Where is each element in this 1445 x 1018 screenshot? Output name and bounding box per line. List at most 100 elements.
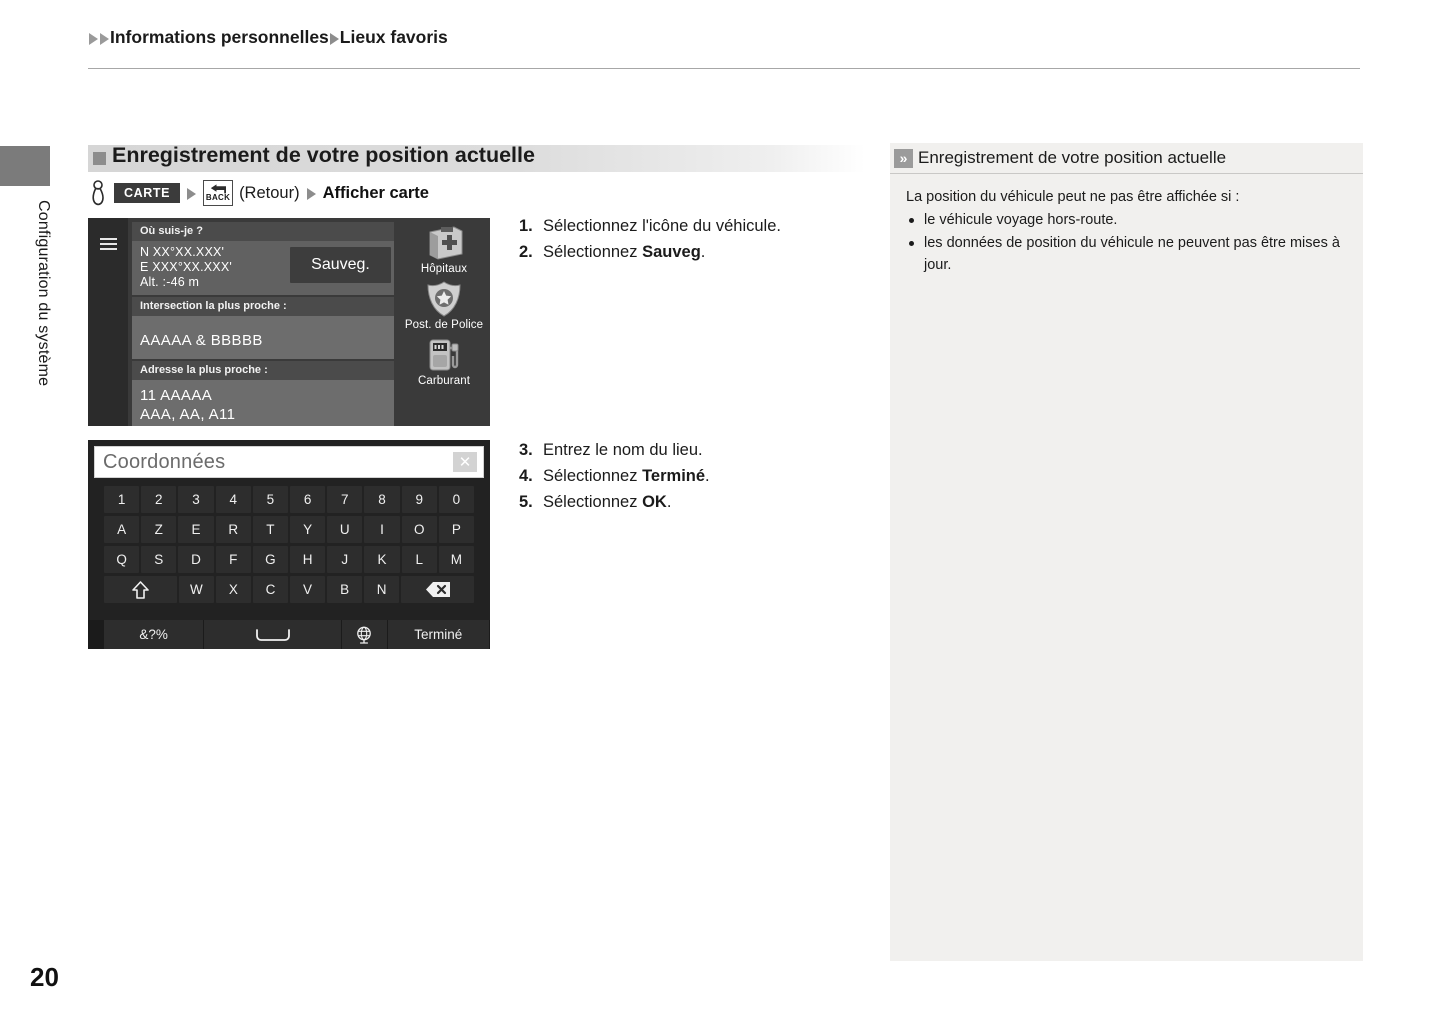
key-o[interactable]: O xyxy=(401,516,437,543)
note-bullet-list: le véhicule voyage hors-route. les donné… xyxy=(906,209,1347,276)
breadcrumb-item-1: Informations personnelles xyxy=(110,27,329,47)
where-am-i-panel: Où suis-je ? N XX°XX.XXX' E XXX°XX.XXX' … xyxy=(132,222,394,426)
hand-pointer-icon xyxy=(92,180,104,206)
back-text: (Retour) xyxy=(239,183,300,202)
key-x[interactable]: X xyxy=(215,576,251,603)
key-2[interactable]: 2 xyxy=(141,486,177,513)
navigation-screen-image: Où suis-je ? N XX°XX.XXX' E XXX°XX.XXX' … xyxy=(88,218,490,426)
breadcrumb-arrow-icon xyxy=(329,32,339,45)
step-number: 5. xyxy=(519,493,533,511)
double-chevron-right-icon: » xyxy=(894,148,913,168)
step-number: 1. xyxy=(519,217,533,235)
key-q[interactable]: Q xyxy=(103,546,140,573)
back-button[interactable]: BACK xyxy=(203,180,234,206)
key-p[interactable]: P xyxy=(438,516,475,543)
map-button[interactable]: CARTE xyxy=(114,182,181,204)
globe-glyph xyxy=(357,626,371,644)
key-u[interactable]: U xyxy=(327,516,363,543)
key-t[interactable]: T xyxy=(252,516,288,543)
step-item: 3. Entrez le nom du lieu. xyxy=(519,437,710,463)
poi-label: Post. de Police xyxy=(404,319,484,331)
step-item: 4. Sélectionnez Terminé. xyxy=(519,463,710,489)
key-k[interactable]: K xyxy=(364,546,400,573)
address-line-1: 11 AAAAA xyxy=(140,387,213,404)
symbols-key[interactable]: &?% xyxy=(103,620,204,649)
step-text: Entrez le nom du lieu. xyxy=(543,441,703,459)
note-intro: La position du véhicule peut ne pas être… xyxy=(906,189,1240,205)
save-button[interactable]: Sauveg. xyxy=(290,247,391,283)
poi-fuel[interactable]: Carburant xyxy=(398,336,490,388)
key-c[interactable]: C xyxy=(252,576,288,603)
space-bar-icon[interactable] xyxy=(204,620,341,649)
steps-list-a: 1. Sélectionnez l'icône du véhicule. 2. … xyxy=(519,213,781,265)
poi-label: Hôpitaux xyxy=(420,263,468,275)
shift-arrow-icon[interactable] xyxy=(103,576,177,603)
key-y[interactable]: Y xyxy=(290,516,326,543)
key-l[interactable]: L xyxy=(401,546,437,573)
breadcrumb: Informations personnelles Lieux favoris xyxy=(88,27,448,48)
breadcrumb-arrow-icon xyxy=(89,32,98,45)
key-0[interactable]: 0 xyxy=(438,486,475,513)
police-badge-icon xyxy=(427,281,461,317)
nearest-address-value[interactable]: 11 AAAAA AAA, AA, A11 xyxy=(132,380,394,426)
breadcrumb-arrow-icon xyxy=(100,32,109,45)
poi-label: Carburant xyxy=(417,375,471,387)
key-r[interactable]: R xyxy=(215,516,251,543)
key-w[interactable]: W xyxy=(178,576,214,603)
nearest-intersection-value[interactable]: AAAAA & BBBBB xyxy=(132,316,394,359)
key-3[interactable]: 3 xyxy=(178,486,214,513)
key-z[interactable]: Z xyxy=(141,516,177,543)
space-bar-glyph xyxy=(255,628,290,641)
key-h[interactable]: H xyxy=(290,546,326,573)
hamburger-menu-icon[interactable] xyxy=(100,238,117,250)
key-4[interactable]: 4 xyxy=(215,486,251,513)
section-tab-label: Configuration du système xyxy=(35,200,52,387)
fuel-pump-icon xyxy=(429,339,459,371)
key-6[interactable]: 6 xyxy=(290,486,326,513)
note-bullet: le véhicule voyage hors-route. xyxy=(906,209,1347,231)
key-s[interactable]: S xyxy=(141,546,177,573)
globe-language-icon[interactable] xyxy=(341,620,387,649)
backspace-icon[interactable] xyxy=(401,576,475,603)
step-number: 3. xyxy=(519,441,533,459)
side-note-box: » Enregistrement de votre position actue… xyxy=(890,143,1363,961)
step-text: Sélectionnez Terminé. xyxy=(543,467,710,485)
key-1[interactable]: 1 xyxy=(103,486,140,513)
key-a[interactable]: A xyxy=(103,516,140,543)
keyboard-row-numbers: 1 2 3 4 5 6 7 8 9 0 xyxy=(88,486,490,513)
poi-police-station[interactable]: Post. de Police xyxy=(398,280,490,332)
note-body: La position du véhicule peut ne pas être… xyxy=(890,174,1363,276)
step-item: 1. Sélectionnez l'icône du véhicule. xyxy=(519,213,781,239)
nearest-intersection-header: Intersection la plus proche : xyxy=(132,297,394,316)
clear-x-icon[interactable]: ✕ xyxy=(453,452,477,472)
back-key-label: BACK xyxy=(205,193,231,202)
keyboard-bottom-row: &?% Terminé xyxy=(88,620,490,649)
key-n[interactable]: N xyxy=(364,576,400,603)
where-am-i-header: Où suis-je ? xyxy=(132,222,394,241)
key-d[interactable]: D xyxy=(178,546,214,573)
done-button[interactable]: Terminé xyxy=(387,620,489,649)
bottom-row-spacer xyxy=(88,620,104,649)
header-divider xyxy=(88,68,1360,69)
key-e[interactable]: E xyxy=(178,516,214,543)
key-i[interactable]: I xyxy=(364,516,400,543)
poi-hospitals[interactable]: Hôpitaux xyxy=(398,222,490,276)
key-v[interactable]: V xyxy=(290,576,326,603)
path-final-item: Afficher carte xyxy=(322,183,429,202)
key-8[interactable]: 8 xyxy=(364,486,400,513)
key-9[interactable]: 9 xyxy=(401,486,437,513)
key-b[interactable]: B xyxy=(327,576,363,603)
key-m[interactable]: M xyxy=(438,546,475,573)
hospital-icon xyxy=(429,226,463,260)
backspace-glyph xyxy=(425,582,450,597)
note-bullet: les données de position du véhicule ne p… xyxy=(906,232,1347,276)
key-g[interactable]: G xyxy=(252,546,288,573)
key-5[interactable]: 5 xyxy=(252,486,288,513)
key-f[interactable]: F xyxy=(215,546,251,573)
place-name-input[interactable]: Coordonnées ✕ xyxy=(94,446,484,478)
note-header: » Enregistrement de votre position actue… xyxy=(890,143,1363,174)
nav-left-rail xyxy=(88,218,128,426)
step-item: 5. Sélectionnez OK. xyxy=(519,489,710,515)
key-7[interactable]: 7 xyxy=(327,486,363,513)
key-j[interactable]: J xyxy=(327,546,363,573)
